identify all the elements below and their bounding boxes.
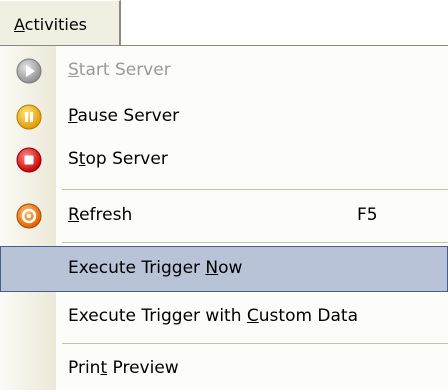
refresh-icon: [16, 203, 42, 229]
menu-separator: [62, 189, 448, 190]
menu-item-execute-trigger-custom-data[interactable]: Execute Trigger with Custom Data: [0, 294, 448, 340]
menu-item-refresh[interactable]: Refresh F5: [0, 193, 448, 239]
menu-item-pause-server[interactable]: Pause Server: [0, 94, 448, 140]
start-server-icon: [16, 58, 42, 84]
menu-separator: [62, 242, 448, 243]
menu-item-start-server[interactable]: Start Server: [0, 48, 448, 94]
shortcut-label: F5: [357, 205, 378, 225]
menu-bar: Activities: [0, 0, 448, 47]
menu-item-label: Start Server: [68, 60, 171, 80]
stop-server-icon: [16, 147, 42, 173]
menu-item-label: Pause Server: [68, 106, 180, 126]
menu-item-execute-trigger-now[interactable]: Execute Trigger Now: [0, 246, 448, 292]
menu-item-label: Execute Trigger Now: [68, 258, 243, 278]
menu-activities-label: Activities: [14, 15, 87, 34]
menu-item-print-preview[interactable]: Print Preview: [0, 346, 448, 392]
menu-item-label: Stop Server: [68, 149, 168, 169]
activities-dropdown-menu: Start Server Pause Server Stop Server Re…: [0, 45, 448, 392]
menu-item-label: Print Preview: [68, 358, 179, 378]
menu-item-stop-server[interactable]: Stop Server: [0, 137, 448, 183]
menu-item-label: Refresh: [68, 205, 133, 225]
menu-item-label: Execute Trigger with Custom Data: [68, 306, 359, 326]
pause-server-icon: [16, 104, 42, 130]
menu-activities[interactable]: Activities: [0, 0, 121, 45]
menu-separator: [62, 343, 448, 344]
